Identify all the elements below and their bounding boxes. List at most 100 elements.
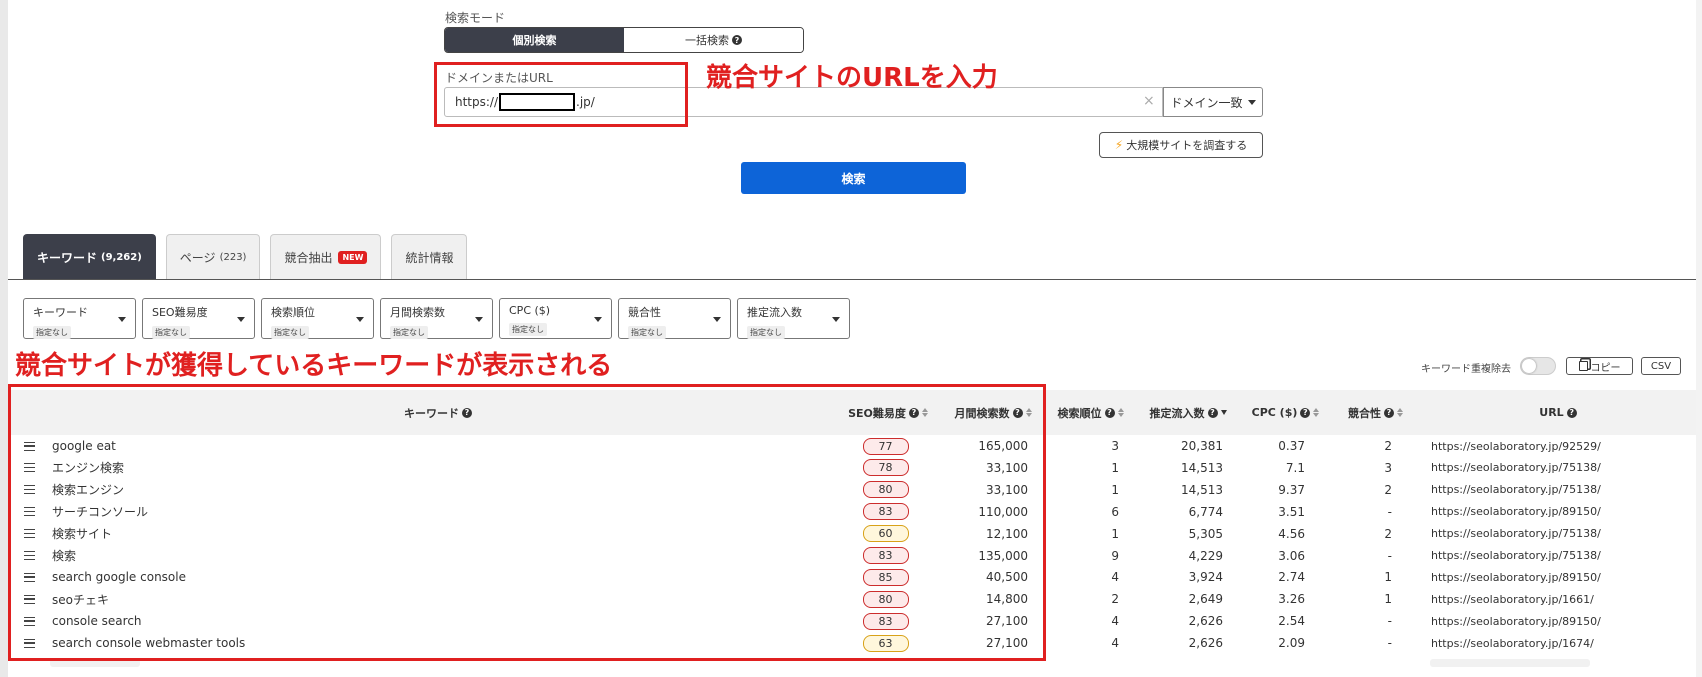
filter-value: 指定なし — [271, 326, 309, 339]
col-rank[interactable]: 検索順位? — [1048, 390, 1133, 435]
cpc-cell: 7.1 — [1285, 460, 1305, 475]
competition-cell: - — [1387, 614, 1392, 629]
tab-pages-label: ページ — [179, 251, 216, 265]
url-link[interactable]: https://seolaboratory.jp/89150/ — [1431, 501, 1681, 523]
help-icon[interactable]: ? — [1300, 407, 1311, 418]
help-icon[interactable]: ? — [1207, 407, 1218, 418]
help-icon[interactable]: ? — [732, 35, 742, 45]
url-link[interactable]: https://seolaboratory.jp/1661/ — [1431, 588, 1681, 610]
search-mode-toggle: 個別検索 一括検索? — [444, 27, 804, 53]
annotation-box-url — [434, 62, 688, 127]
url-link[interactable]: https://seolaboratory.jp/89150/ — [1431, 566, 1681, 588]
competition-cell: - — [1387, 548, 1392, 563]
cpc-cell: 0.37 — [1278, 439, 1305, 453]
bulk-search-label: 一括検索 — [685, 34, 729, 47]
competition-cell: - — [1387, 504, 1392, 519]
url-link[interactable]: https://seolaboratory.jp/75138/ — [1431, 457, 1681, 479]
traffic-cell: 5,305 — [1188, 526, 1223, 541]
traffic-cell: 20,381 — [1181, 439, 1223, 453]
url-link[interactable]: https://seolaboratory.jp/92529/ — [1431, 435, 1681, 457]
competition-cell: 3 — [1384, 460, 1392, 475]
individual-search-button[interactable]: 個別検索 — [445, 28, 624, 52]
competition-cell: 1 — [1384, 570, 1392, 585]
col-url: URL? — [1428, 390, 1688, 435]
rank-cell: 1 — [1111, 460, 1119, 475]
filter-value: 指定なし — [628, 326, 666, 339]
filter-label: CPC ($) — [509, 304, 551, 317]
cpc-cell: 4.56 — [1278, 526, 1305, 541]
match-type-value: ドメイン一致 — [1170, 95, 1243, 110]
filter-volume[interactable]: 月間検索数 指定なし — [380, 298, 493, 339]
cpc-cell: 2.54 — [1278, 614, 1305, 629]
filter-competition[interactable]: 競合性 指定なし — [618, 298, 731, 339]
toggle-knob — [1522, 359, 1536, 373]
filter-cpc[interactable]: CPC ($) 指定なし — [499, 298, 612, 339]
help-icon[interactable]: ? — [1104, 407, 1115, 418]
search-button[interactable]: 検索 — [741, 162, 966, 194]
large-site-button[interactable]: ⚡ 大規模サイトを調査する — [1099, 132, 1263, 158]
chevron-down-icon — [832, 317, 840, 322]
tab-competitors[interactable]: 競合抽出 NEW — [270, 234, 382, 280]
tab-keywords-count: (9,262) — [101, 252, 142, 263]
tab-pages[interactable]: ページ (223) — [165, 234, 261, 280]
filter-value: 指定なし — [390, 326, 428, 339]
rank-cell: 4 — [1111, 614, 1119, 629]
annotation-url-note: 競合サイトのURLを入力 — [706, 63, 998, 93]
filter-value: 指定なし — [152, 326, 190, 339]
traffic-cell: 6,774 — [1188, 504, 1223, 519]
url-link[interactable]: https://seolaboratory.jp/75138/ — [1431, 545, 1681, 567]
tabs-divider — [8, 279, 1696, 280]
url-link[interactable]: https://seolaboratory.jp/75138/ — [1431, 479, 1681, 501]
cpc-cell: 3.51 — [1278, 504, 1305, 519]
competition-cell: 2 — [1384, 439, 1392, 453]
help-icon[interactable]: ? — [1566, 407, 1577, 418]
filter-rank[interactable]: 検索順位 指定なし — [261, 298, 374, 339]
tab-keywords-label: キーワード — [37, 251, 98, 265]
copy-label: コピー — [1590, 362, 1621, 374]
rank-cell: 4 — [1111, 636, 1119, 651]
dedupe-toggle[interactable] — [1520, 357, 1556, 375]
col-cpc-label: CPC ($) — [1251, 406, 1298, 419]
filter-bar: キーワード 指定なし SEO難易度 指定なし 検索順位 指定なし 月間検索数 指定なし … — [23, 298, 850, 339]
annotation-box-keywords — [8, 384, 1046, 661]
competition-cell: 1 — [1384, 592, 1392, 607]
col-cpc[interactable]: CPC ($)? — [1243, 390, 1328, 435]
tab-statistics[interactable]: 統計情報 — [391, 234, 468, 280]
col-traffic[interactable]: 推定流入数? — [1138, 390, 1238, 435]
sort-desc-icon — [1220, 410, 1227, 415]
filter-keyword[interactable]: キーワード 指定なし — [23, 298, 136, 339]
right-edge-panel — [1696, 0, 1702, 677]
csv-button[interactable]: CSV — [1641, 357, 1681, 375]
url-link[interactable]: https://seolaboratory.jp/1674/ — [1431, 632, 1681, 654]
help-icon[interactable]: ? — [1384, 407, 1394, 418]
rank-cell: 6 — [1111, 504, 1119, 519]
col-competition[interactable]: 競合性? — [1333, 390, 1418, 435]
chevron-down-icon — [713, 317, 721, 322]
match-type-select[interactable]: ドメイン一致 — [1163, 87, 1263, 117]
cpc-cell: 2.74 — [1278, 570, 1305, 585]
cpc-cell: 9.37 — [1278, 482, 1305, 497]
large-site-label: 大規模サイトを調査する — [1126, 139, 1248, 152]
traffic-cell: 2,626 — [1188, 636, 1223, 651]
url-link[interactable]: https://seolaboratory.jp/75138/ — [1431, 523, 1681, 545]
url-link[interactable]: https://seolaboratory.jp/89150/ — [1431, 610, 1681, 632]
annotation-keyword-note: 競合サイトが獲得しているキーワードが表示される — [15, 351, 613, 381]
chevron-down-icon — [356, 317, 364, 322]
col-url-label: URL — [1539, 406, 1564, 419]
tab-keywords[interactable]: キーワード (9,262) — [23, 234, 156, 280]
traffic-cell: 14,513 — [1181, 482, 1223, 497]
bulk-search-button[interactable]: 一括検索? — [624, 28, 803, 52]
chevron-down-icon — [237, 317, 245, 322]
filter-seo-difficulty[interactable]: SEO難易度 指定なし — [142, 298, 255, 339]
cpc-cell: 2.09 — [1278, 636, 1305, 651]
new-badge: NEW — [338, 251, 368, 264]
competition-cell: 2 — [1384, 482, 1392, 497]
col-traffic-label: 推定流入数 — [1149, 406, 1205, 420]
clear-icon[interactable]: × — [1143, 93, 1155, 109]
dedupe-label: キーワード重複除去 — [1421, 364, 1511, 375]
filter-value: 指定なし — [33, 326, 71, 339]
traffic-cell: 3,924 — [1188, 570, 1223, 585]
filter-value: 指定なし — [747, 326, 785, 339]
copy-button[interactable]: コピー — [1566, 357, 1633, 375]
filter-traffic[interactable]: 推定流入数 指定なし — [737, 298, 850, 339]
